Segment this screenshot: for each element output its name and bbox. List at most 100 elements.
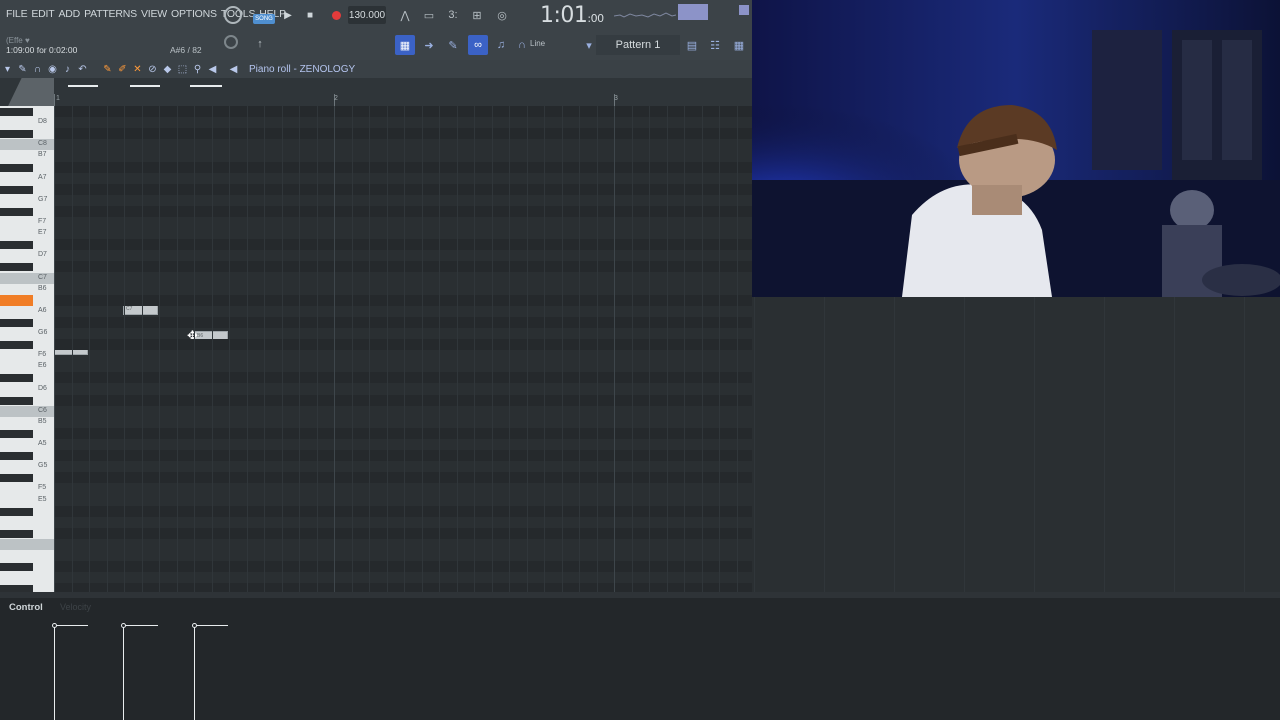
grid-line <box>141 106 143 592</box>
grid-line <box>421 106 423 592</box>
black-key[interactable] <box>0 263 33 272</box>
draw-tool-icon[interactable]: ✎ <box>100 62 115 77</box>
black-key[interactable] <box>0 108 33 116</box>
piano-keyboard[interactable]: D8 C8 B7 A7 G7 F7 E7 D7 C7 B6 A6 G6 F6 E6 D6 C6 B5 A5 G5 F5… <box>0 106 54 592</box>
menu-arrow-icon[interactable]: ▾ <box>0 62 15 77</box>
select-tool-icon[interactable]: ⬚ <box>175 62 190 77</box>
grid-line <box>89 106 90 592</box>
velocity-handle[interactable] <box>52 623 57 628</box>
stop-button[interactable]: ■ <box>302 6 318 24</box>
pitch-arrow-icon[interactable]: ↑ <box>250 36 270 52</box>
grid-line <box>1034 297 1035 592</box>
playlist-icon[interactable]: ▤ <box>683 36 701 54</box>
velocity-cap <box>123 625 158 626</box>
menu-options[interactable]: OPTIONS <box>171 8 217 20</box>
velocity-bar[interactable] <box>194 625 195 720</box>
bell-icon[interactable]: ♫ <box>492 36 510 54</box>
menu-add[interactable]: ADD <box>59 8 81 20</box>
play-button[interactable]: ▶ <box>280 6 296 24</box>
menu-file[interactable]: FILE <box>6 8 28 20</box>
black-key[interactable] <box>0 452 33 461</box>
key-label: E6 <box>38 362 47 370</box>
black-key[interactable] <box>0 374 33 383</box>
black-key[interactable] <box>0 318 33 327</box>
grid-line <box>719 106 720 592</box>
snap-mode-select[interactable]: Line <box>530 39 545 48</box>
splitter[interactable] <box>0 592 1280 598</box>
menu-edit[interactable]: EDIT <box>31 8 54 20</box>
arrow-right-icon[interactable]: ➜ <box>420 36 438 54</box>
key-label: D6 <box>38 384 47 392</box>
speaker-icon[interactable]: ♪ <box>60 62 75 77</box>
playback-tool-icon[interactable]: ◀ <box>205 62 220 77</box>
pat-song-toggle[interactable]: SONG <box>253 14 275 24</box>
grid-line <box>369 106 370 592</box>
paint-tool-icon[interactable]: ✐ <box>115 62 130 77</box>
black-key[interactable] <box>0 185 33 194</box>
grid-line <box>649 106 650 592</box>
black-key[interactable] <box>0 529 33 538</box>
magnet-icon[interactable]: ∩ <box>513 36 531 54</box>
velocity-handle[interactable] <box>121 623 126 628</box>
record-button[interactable] <box>328 6 344 24</box>
black-key[interactable] <box>0 474 33 483</box>
master-volume-knob[interactable] <box>224 6 242 24</box>
loop-marker[interactable] <box>190 85 222 87</box>
link-button[interactable]: ∞ <box>468 35 488 55</box>
piano-roll-title[interactable]: Piano roll - ZENOLOGY <box>249 64 355 75</box>
grid-line <box>1174 297 1175 592</box>
black-key[interactable] <box>0 396 33 405</box>
grid-line <box>351 106 353 592</box>
note-grid-extension[interactable] <box>752 297 1280 592</box>
metronome-icon[interactable]: ⋀ <box>395 7 415 23</box>
grid-line <box>526 106 528 592</box>
blend-recording-icon[interactable]: ◎ <box>492 7 512 23</box>
menu-view[interactable]: VIEW <box>141 8 167 20</box>
timeline-ruler[interactable]: 1 2 3 <box>0 78 752 106</box>
pencil-icon[interactable]: ✎ <box>444 36 462 54</box>
master-pitch-knob[interactable] <box>224 35 238 49</box>
step-edit-icon[interactable]: ⊞ <box>467 7 487 23</box>
mixer-icon[interactable]: ☷ <box>706 36 724 54</box>
channel-rack-icon[interactable]: ▦ <box>730 36 748 54</box>
grid-line <box>894 297 895 592</box>
zoom-tool-icon[interactable]: ⚲ <box>190 62 205 77</box>
tempo-display[interactable]: 130.000 <box>348 6 386 24</box>
event-editor: Control Velocity <box>0 592 1280 720</box>
magnet-snap-icon[interactable]: ∩ <box>30 62 45 77</box>
wait-for-input-icon[interactable]: ▭ <box>419 7 439 23</box>
menu-patterns[interactable]: PATTERNS <box>84 8 137 20</box>
countdown-icon[interactable]: 3: <box>443 7 463 23</box>
black-key[interactable] <box>0 207 33 216</box>
velocity-bar[interactable] <box>54 625 55 720</box>
black-key[interactable] <box>0 241 33 250</box>
black-key[interactable] <box>0 429 33 438</box>
key-label: E7 <box>38 229 47 237</box>
tools-icon[interactable]: ✎ <box>15 62 30 77</box>
grid-line <box>1104 297 1105 592</box>
loop-marker[interactable] <box>130 85 160 87</box>
piano-roll-view-button[interactable]: ▦ <box>395 35 415 55</box>
undo-icon[interactable]: ↶ <box>75 62 90 77</box>
velocity-bar[interactable] <box>123 625 124 720</box>
pattern-selector[interactable]: Pattern 1 <box>596 35 680 55</box>
black-key[interactable] <box>0 130 33 139</box>
control-target-select[interactable]: Control <box>9 602 43 613</box>
black-key[interactable] <box>0 563 33 572</box>
black-key[interactable] <box>0 341 33 350</box>
black-key[interactable] <box>0 163 33 172</box>
loop-marker[interactable] <box>68 85 98 87</box>
black-key[interactable] <box>0 507 33 516</box>
piano-roll-menu-icon[interactable]: ◀ <box>226 62 241 77</box>
velocity-handle[interactable] <box>192 623 197 628</box>
grid-line <box>194 106 195 592</box>
black-key[interactable] <box>0 585 33 592</box>
slice-tool-icon[interactable]: ◆ <box>160 62 175 77</box>
key-label: F5 <box>38 484 47 492</box>
grid-line <box>754 297 755 592</box>
delete-tool-icon[interactable]: ✕ <box>130 62 145 77</box>
note-grid[interactable]: A6 C7 B6 ✥ <box>54 106 752 592</box>
mute-tool-icon[interactable]: ⊘ <box>145 62 160 77</box>
control-param-label: Velocity <box>60 602 92 612</box>
record-target-icon[interactable]: ◉ <box>45 62 60 77</box>
